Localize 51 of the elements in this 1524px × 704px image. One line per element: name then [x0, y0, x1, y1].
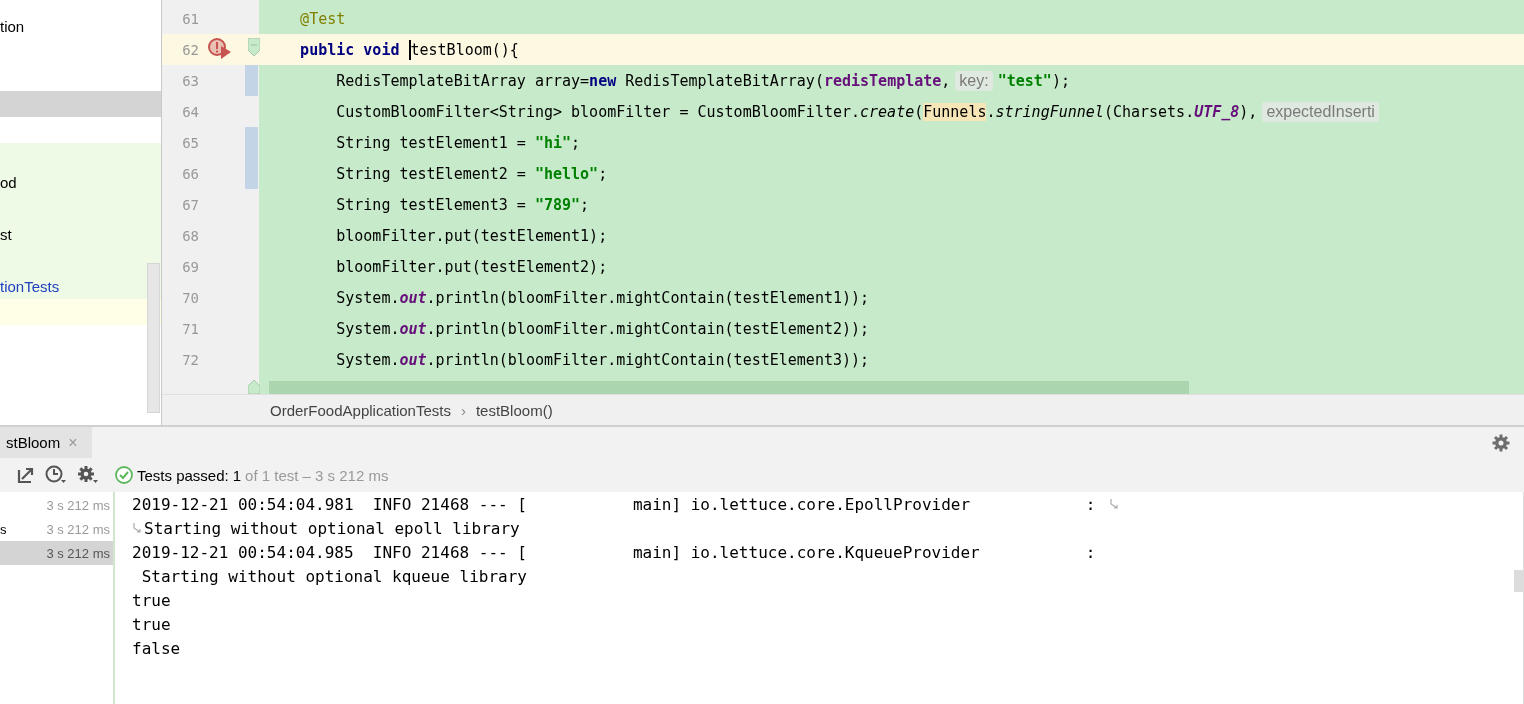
code-text: "test"); [997, 71, 1070, 90]
status-label: Tests passed: [137, 466, 229, 484]
tree-item[interactable]: od [0, 173, 17, 191]
code-text: testBloom(){ [410, 40, 519, 59]
test-result-row[interactable]: 3 s 212 ms [0, 541, 113, 565]
code-text: String testElement1 = "hi"; [335, 133, 581, 152]
line-number: 61 [181, 10, 199, 27]
line-number: 67 [181, 196, 199, 213]
run-tab[interactable]: stBloom × [0, 427, 92, 458]
code-text: System.out.println(bloomFilter.mightContain(testElement3)); [335, 350, 870, 369]
parameter-hint: key: [955, 70, 993, 91]
breadcrumb[interactable]: OrderFoodApplicationTests [270, 401, 451, 419]
tree-item[interactable]: tion [0, 17, 25, 35]
code-text: System.out.println(bloomFilter.mightContain(testElement1)); [335, 288, 870, 307]
test-result-row[interactable]: s 3 s 212 ms [0, 517, 113, 541]
tree-row[interactable]: tionTests [0, 273, 161, 299]
line-number: 69 [181, 258, 199, 275]
parameter-hint: expectedInserti [1262, 101, 1379, 122]
console-line: true [132, 614, 171, 634]
code-text: bloomFilter.put(testElement2); [335, 257, 608, 276]
code-text: String testElement2 = "hello"; [335, 164, 608, 183]
console-line: Starting without optional epoll library [144, 518, 520, 538]
code-text: bloomFilter.put(testElement1); [335, 226, 608, 245]
status-detail: of 1 test – 3 s 212 ms [245, 466, 389, 484]
code-text: @Test [299, 9, 346, 28]
tree-item[interactable]: st [0, 225, 12, 243]
tree-row[interactable]: st [0, 221, 161, 247]
console-line: true [132, 590, 171, 610]
code-text: String testElement3 = "789"; [335, 195, 590, 214]
breadcrumb-separator: › [460, 401, 466, 419]
console-line: Starting without optional kqueue library [140, 566, 527, 586]
tree-row[interactable]: od [0, 169, 161, 195]
code-text: CustomBloomFilter<String> bloomFilter = CustomBloomFilter.create(Funnels.stringFunnel(Charsets.UTF_8), [335, 102, 1258, 121]
line-number: 62 [181, 41, 199, 58]
line-number: 68 [181, 227, 199, 244]
line-number: 71 [181, 320, 199, 337]
breadcrumb[interactable]: testBloom() [475, 401, 553, 419]
line-number: 70 [181, 289, 199, 306]
console-line: false [132, 638, 181, 658]
line-number: 64 [181, 103, 199, 120]
line-number: 65 [181, 134, 199, 151]
tree-item[interactable]: tionTests [0, 277, 60, 295]
code-text: System.out.println(bloomFilter.mightContain(testElement2)); [335, 319, 870, 338]
status-count: 1 [232, 466, 242, 484]
code-text: public void [299, 40, 401, 59]
console-line: 2019-12-21 00:54:04.985 INFO 21468 --- [ main] io.lettuce.core.KqueueProvider : [132, 542, 1096, 562]
line-number: 66 [181, 165, 199, 182]
line-number: 72 [181, 351, 199, 368]
line-number: 63 [181, 72, 199, 89]
console-line: 2019-12-21 00:54:04.981 INFO 21468 --- [ main] io.lettuce.core.EpollProvider : [132, 494, 1096, 514]
code-text: RedisTemplateBitArray array=new RedisTemplateBitArray(redisTemplate, [335, 71, 951, 90]
